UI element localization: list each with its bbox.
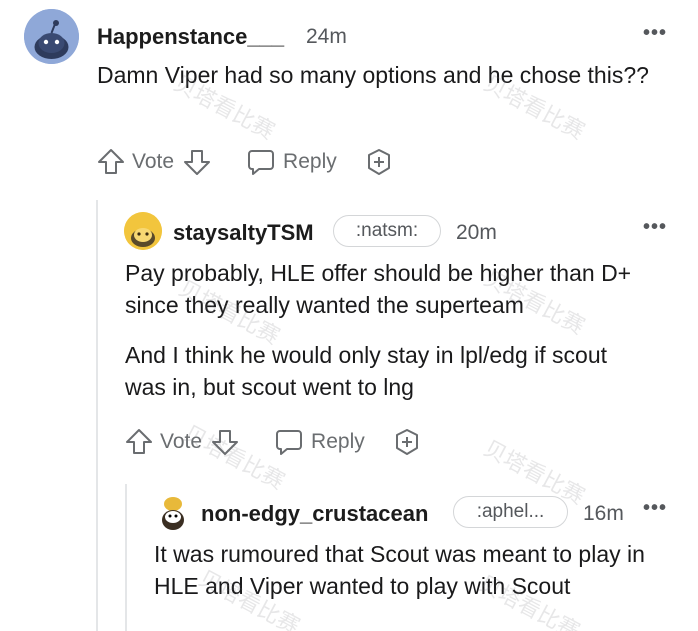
comment-body: Damn Viper had so many options and he ch… (97, 59, 657, 91)
reply-label: Reply (311, 430, 365, 453)
reply-bubble-icon (248, 150, 275, 175)
snoo-avatar-icon (162, 497, 184, 530)
user-flair: :natsm: (333, 215, 441, 247)
thread-line (125, 484, 127, 631)
downvote-arrow-icon (184, 150, 211, 175)
thread-line (96, 200, 98, 631)
upvote-arrow-icon (98, 149, 124, 174)
avatar[interactable] (124, 212, 162, 250)
downvote-button[interactable] (210, 427, 240, 457)
comment-paragraph: It was rumoured that Scout was meant to … (154, 541, 645, 599)
user-flair: :aphel... (453, 496, 568, 528)
comment-body: It was rumoured that Scout was meant to … (154, 538, 654, 602)
reply-label: Reply (283, 150, 337, 173)
comment-actions: Vote Reply (96, 144, 394, 180)
vote-label: Vote (160, 430, 203, 453)
more-options-icon[interactable]: ••• (643, 216, 667, 239)
comment-paragraph: And I think he would only stay in lpl/ed… (125, 342, 608, 400)
snoo-avatar-icon (124, 212, 162, 250)
reply-button[interactable]: Reply (246, 147, 337, 177)
comment-paragraph: Pay probably, HLE offer should be higher… (125, 260, 632, 318)
avatar[interactable] (24, 9, 79, 64)
username[interactable]: Happenstance___ (97, 24, 284, 50)
username[interactable]: non-edgy_crustacean (201, 501, 428, 527)
award-plus-icon (395, 429, 418, 455)
upvote-arrow-icon (126, 429, 152, 454)
upvote-button[interactable] (124, 427, 154, 457)
reply-bubble-icon (276, 430, 303, 455)
upvote-button[interactable] (96, 147, 126, 177)
timestamp: 20m (456, 221, 497, 244)
vote-label: Vote (132, 150, 175, 173)
reply-button[interactable]: Reply (274, 427, 365, 457)
timestamp: 24m (306, 25, 347, 48)
username[interactable]: staysaltyTSM (173, 220, 314, 246)
more-options-icon[interactable]: ••• (643, 497, 667, 520)
comment-paragraph: Damn Viper had so many options and he ch… (97, 62, 649, 88)
downvote-arrow-icon (212, 430, 239, 455)
timestamp: 16m (583, 502, 624, 525)
more-options-icon[interactable]: ••• (643, 22, 667, 45)
avatar[interactable] (154, 494, 192, 532)
award-button[interactable] (364, 147, 394, 177)
comment-actions: Vote Reply (124, 424, 422, 460)
award-plus-icon (367, 149, 390, 175)
downvote-button[interactable] (182, 147, 212, 177)
comment-body: Pay probably, HLE offer should be higher… (125, 257, 670, 403)
snoo-avatar-icon (24, 9, 79, 64)
award-button[interactable] (392, 427, 422, 457)
